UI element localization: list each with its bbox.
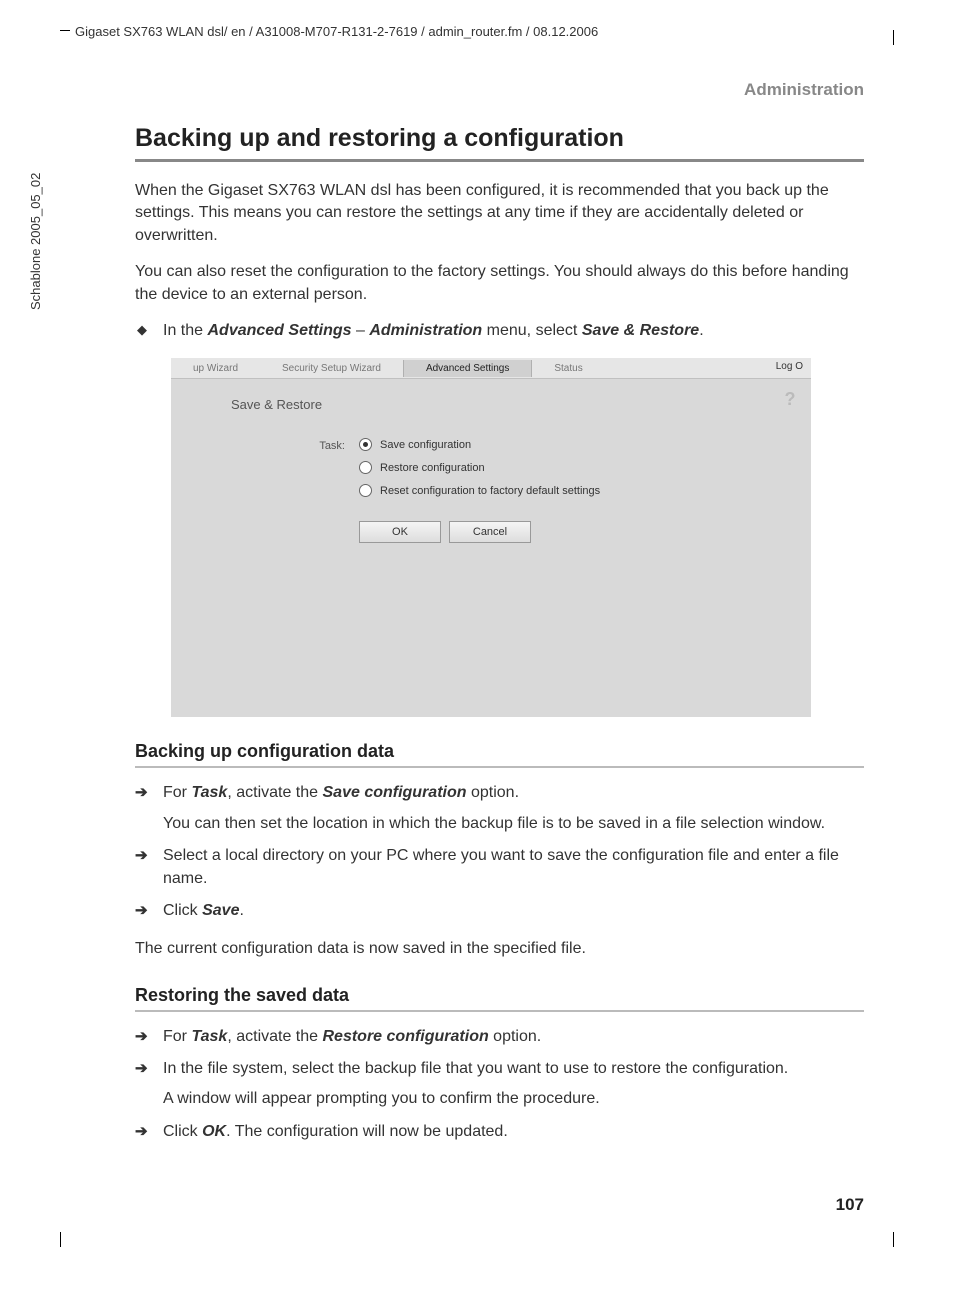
heading-rule (135, 159, 864, 162)
section-label: Administration (135, 80, 864, 100)
restore-step-2: In the file system, select the backup fi… (135, 1058, 864, 1111)
backup-step-3: Click Save. (135, 900, 864, 922)
backup-step-1: For Task, activate the Save configuratio… (135, 782, 864, 835)
radio-icon (359, 438, 372, 451)
page-title: Backing up and restoring a configuration (135, 124, 864, 153)
tab-status[interactable]: Status (532, 360, 604, 377)
nav-instruction: In the Advanced Settings – Administratio… (135, 320, 864, 342)
header-path: Gigaset SX763 WLAN dsl/ en / A31008-M707… (75, 24, 598, 39)
template-label: Schablone 2005_05_02 (28, 173, 43, 310)
backup-result: The current configuration data is now sa… (135, 938, 864, 960)
task-label: Task: (195, 438, 359, 507)
panel-title: Save & Restore (231, 397, 787, 412)
page-number: 107 (836, 1195, 864, 1215)
intro-paragraph-1: When the Gigaset SX763 WLAN dsl has been… (135, 180, 864, 247)
cancel-button[interactable]: Cancel (449, 521, 531, 543)
log-off-link[interactable]: Log O (776, 361, 803, 372)
subheading-rule (135, 766, 864, 768)
radio-reset-factory[interactable]: Reset configuration to factory default s… (359, 484, 787, 497)
router-ui-screenshot: up Wizard Security Setup Wizard Advanced… (171, 358, 811, 717)
restore-step-1: For Task, activate the Restore configura… (135, 1026, 864, 1048)
radio-icon (359, 484, 372, 497)
radio-save-configuration[interactable]: Save configuration (359, 438, 787, 451)
subheading-restore: Restoring the saved data (135, 985, 864, 1006)
tab-security-setup-wizard[interactable]: Security Setup Wizard (260, 360, 403, 377)
subheading-rule (135, 1010, 864, 1012)
radio-restore-configuration[interactable]: Restore configuration (359, 461, 787, 474)
tab-advanced-settings[interactable]: Advanced Settings (403, 360, 532, 377)
restore-step-3: Click OK. The configuration will now be … (135, 1121, 864, 1143)
radio-icon (359, 461, 372, 474)
ok-button[interactable]: OK (359, 521, 441, 543)
backup-step-2: Select a local directory on your PC wher… (135, 845, 864, 890)
intro-paragraph-2: You can also reset the configuration to … (135, 261, 864, 306)
tab-up-wizard[interactable]: up Wizard (171, 360, 260, 377)
subheading-backup: Backing up configuration data (135, 741, 864, 762)
help-icon[interactable]: ? (781, 389, 799, 407)
